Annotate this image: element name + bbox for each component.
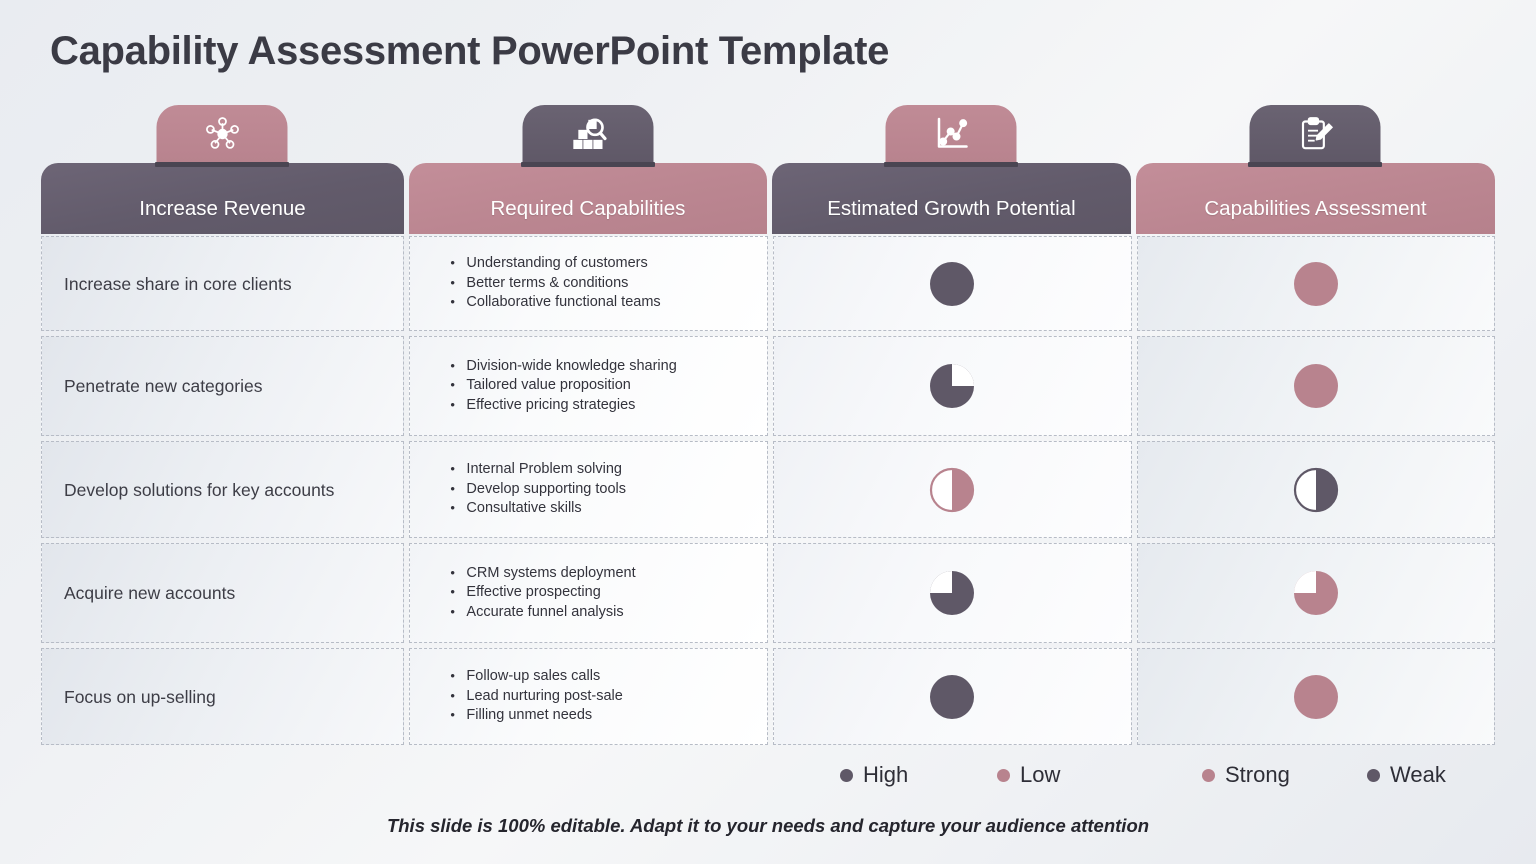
icon-pedestal (155, 162, 290, 167)
network-hub-icon (205, 117, 239, 149)
header-row: Increase Revenue Required Capabilities E… (41, 105, 1495, 234)
legend-label: Low (1020, 762, 1061, 787)
capabilities-cell[interactable]: CRM systems deploymentEffective prospect… (409, 543, 769, 643)
objective-cell[interactable]: Increase share in core clients (41, 236, 405, 331)
page-title: Capability Assessment PowerPoint Templat… (50, 29, 890, 73)
column-header-1[interactable]: Increase Revenue (41, 105, 404, 234)
capability-assessment-cell[interactable] (1136, 648, 1496, 745)
table-row: Develop solutions for key accounts Intern… (41, 441, 1496, 538)
list-item: Internal Problem solving (448, 459, 626, 480)
column-header-label: Increase Revenue (139, 197, 306, 220)
capability-assessment-indicator (1293, 467, 1338, 512)
objective-cell[interactable]: Focus on up-selling (41, 648, 405, 745)
objective-label: Focus on up-selling (64, 686, 216, 707)
list-item: Effective pricing strategies (448, 395, 676, 416)
column-header-2[interactable]: Required Capabilities (408, 105, 767, 234)
legend-item-strong: Strong (1202, 762, 1290, 788)
growth-potential-cell[interactable] (773, 441, 1132, 538)
capability-assessment-cell[interactable] (1136, 543, 1496, 643)
network-hub-icon-cap (156, 105, 288, 163)
growth-potential-indicator (930, 674, 975, 719)
growth-potential-cell[interactable] (773, 648, 1132, 745)
line-chart-icon (937, 117, 968, 148)
list-item: Tailored value proposition (448, 375, 676, 396)
objective-cell[interactable]: Develop solutions for key accounts (41, 441, 405, 538)
capabilities-cell[interactable]: Internal Problem solvingDevelop supporti… (409, 441, 769, 538)
list-item: Division-wide knowledge sharing (448, 356, 676, 377)
capabilities-cell[interactable]: Follow-up sales callsLead nurturing post… (409, 648, 769, 745)
growth-potential-indicator (930, 261, 975, 306)
capability-table: Increase share in core clients Understand… (41, 236, 1496, 750)
list-item: Consultative skills (448, 498, 626, 519)
list-item: Collaborative functional teams (448, 292, 660, 313)
list-item: Better terms & conditions (448, 273, 660, 294)
column-header-label: Capabilities Assessment (1204, 197, 1427, 220)
capability-assessment-cell[interactable] (1136, 236, 1496, 331)
capabilities-list: Internal Problem solvingDevelop supporti… (448, 459, 626, 519)
growth-potential-indicator (930, 467, 975, 512)
column-header-4[interactable]: Capabilities Assessment (1135, 105, 1495, 234)
legend-dot (1367, 768, 1380, 782)
objective-label: Penetrate new categories (64, 376, 263, 396)
list-item: Accurate funnel analysis (448, 602, 635, 623)
column-header-3[interactable]: Estimated Growth Potential (771, 105, 1131, 234)
legend: High Low Strong Weak (840, 762, 1480, 796)
capability-assessment-indicator (1293, 261, 1338, 306)
list-item: Develop supporting tools (448, 479, 626, 500)
growth-potential-cell[interactable] (773, 236, 1132, 331)
table-row: Focus on up-selling Follow-up sales calls… (41, 648, 1496, 745)
capabilities-list: Division-wide knowledge sharingTailored … (448, 356, 676, 416)
capability-assessment-indicator (1293, 674, 1338, 719)
boxes-search-icon-cap (522, 105, 654, 163)
legend-label: Strong (1225, 762, 1290, 787)
capability-assessment-indicator (1293, 364, 1338, 408)
growth-potential-cell[interactable] (773, 543, 1132, 643)
capability-assessment-cell[interactable] (1136, 336, 1496, 436)
objective-cell[interactable]: Penetrate new categories (41, 336, 405, 436)
table-row: Acquire new accounts CRM systems deployme… (41, 543, 1496, 643)
line-chart-icon-cap (885, 105, 1017, 163)
clipboard-pencil-icon-cap (1249, 105, 1381, 163)
table-row: Penetrate new categories Division-wide kn… (41, 336, 1496, 436)
capabilities-list: Follow-up sales callsLead nurturing post… (448, 666, 622, 726)
legend-dot (997, 768, 1010, 782)
list-item: Understanding of customers (448, 253, 660, 274)
footer-note: This slide is 100% editable. Adapt it to… (386, 815, 1150, 836)
capabilities-cell[interactable]: Understanding of customersBetter terms &… (409, 236, 769, 331)
legend-dot (1202, 768, 1215, 782)
capabilities-list: Understanding of customersBetter terms &… (448, 253, 660, 313)
objective-label: Develop solutions for key accounts (64, 479, 335, 500)
table-row: Increase share in core clients Understand… (41, 236, 1496, 331)
column-header-label: Required Capabilities (490, 197, 686, 220)
capabilities-cell[interactable]: Division-wide knowledge sharingTailored … (409, 336, 769, 436)
icon-pedestal (1248, 162, 1383, 167)
legend-item-weak: Weak (1367, 762, 1446, 788)
boxes-search-icon (573, 118, 608, 149)
growth-potential-indicator (930, 364, 975, 408)
legend-item-high: High (840, 762, 908, 788)
list-item: Follow-up sales calls (448, 666, 622, 687)
objective-label: Increase share in core clients (64, 273, 292, 294)
growth-potential-cell[interactable] (773, 336, 1132, 436)
list-item: Effective prospecting (448, 582, 635, 603)
icon-pedestal (520, 162, 655, 167)
list-item: Filling unmet needs (448, 705, 622, 726)
list-item: CRM systems deployment (448, 563, 635, 584)
capability-assessment-indicator (1293, 571, 1338, 615)
column-header-label: Estimated Growth Potential (827, 197, 1076, 220)
icon-pedestal (884, 162, 1019, 167)
legend-label: Weak (1390, 762, 1446, 787)
list-item: Lead nurturing post-sale (448, 686, 622, 707)
legend-item-low: Low (997, 762, 1060, 788)
objective-cell[interactable]: Acquire new accounts (41, 543, 405, 643)
capabilities-list: CRM systems deploymentEffective prospect… (448, 563, 635, 623)
clipboard-pencil-icon (1301, 117, 1333, 150)
capability-assessment-cell[interactable] (1136, 441, 1496, 538)
legend-dot (840, 768, 853, 782)
objective-label: Acquire new accounts (64, 583, 236, 603)
growth-potential-indicator (930, 571, 975, 615)
legend-label: High (863, 762, 909, 787)
